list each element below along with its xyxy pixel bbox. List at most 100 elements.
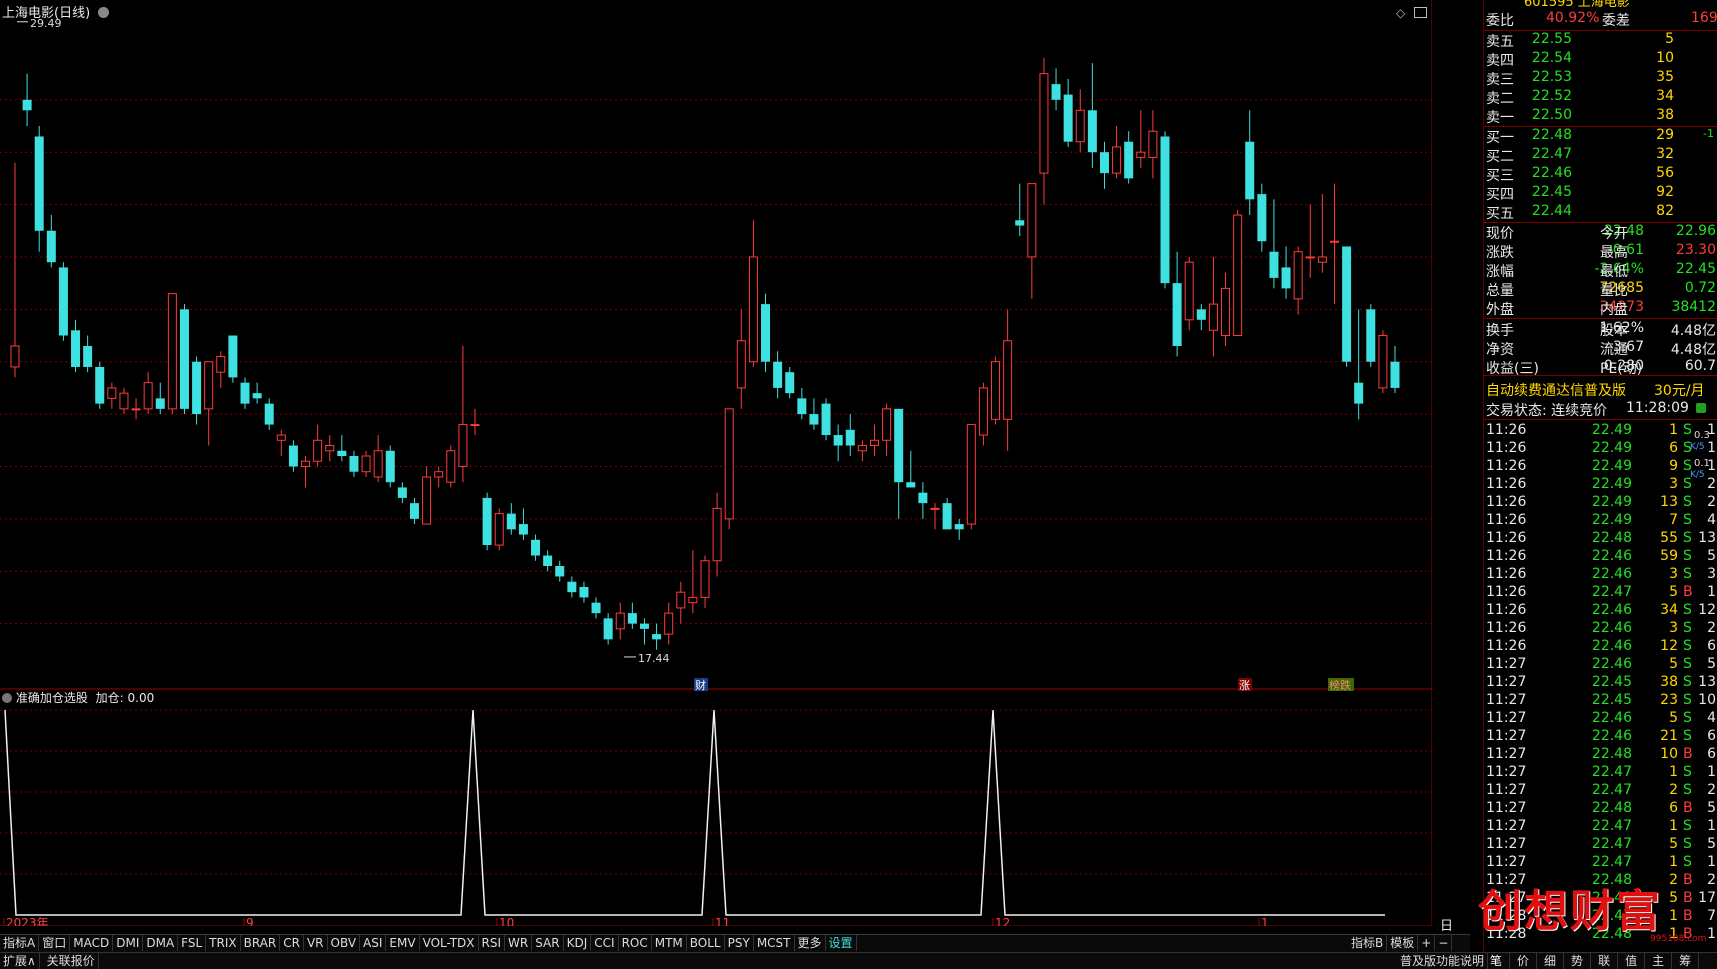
tick-row[interactable]: 11:27 22.47 2 S 2 [1484, 782, 1717, 800]
promo-row[interactable]: 自动续费通达信普及版 30元/月 [1484, 380, 1717, 400]
tick-row[interactable]: 11:26 22.46 3 S 3 [1484, 566, 1717, 584]
toolbar-tab-9[interactable]: VR [304, 935, 328, 951]
toolbar-tab-17[interactable]: KDJ [564, 935, 592, 951]
toolbar-tab-25[interactable]: 设置 [826, 935, 857, 951]
watermark-logo: 创想财富 [1478, 886, 1662, 937]
x-tick-label: 2023年 [6, 916, 49, 926]
panel-tab-3[interactable]: 势 [1564, 953, 1592, 969]
tick-row[interactable]: 11:27 22.47 5 S 5 [1484, 836, 1717, 854]
quote-row: 外盘 34273 内盘 38412 [1484, 299, 1717, 318]
ask-volume: 10 [1656, 50, 1674, 66]
tick-row[interactable]: 11:26 22.46 3 S 2 [1484, 620, 1717, 638]
tick-volume: 3 [1669, 566, 1678, 582]
toolbar-tab-4[interactable]: DMA [143, 935, 179, 951]
toolbar-tab-0[interactable]: 指标A [0, 935, 40, 951]
toolbar-tab-18[interactable]: CCI [591, 935, 619, 951]
tick-row[interactable]: 11:27 22.46 21 S 6 [1484, 728, 1717, 746]
toolbar-tab-11[interactable]: ASI [360, 935, 387, 951]
toolbar-tab-19[interactable]: ROC [619, 935, 652, 951]
candle-body [603, 618, 613, 640]
toolbar-tab-21[interactable]: BOLL [687, 935, 725, 951]
toolbar-tab-14[interactable]: RSI [479, 935, 506, 951]
toolbar-tab-7[interactable]: BRAR [241, 935, 281, 951]
toolbar-right-3[interactable]: − [1435, 935, 1453, 951]
tick-row[interactable]: 11:27 22.46 5 S 5 [1484, 656, 1717, 674]
panel-tab-5[interactable]: 值 [1618, 953, 1646, 969]
help-link[interactable]: 普及版功能说明 [1397, 953, 1489, 969]
toolbar-right-2[interactable]: + [1418, 935, 1436, 951]
tick-direction: S [1683, 548, 1692, 564]
panel-tab-4[interactable]: 联 [1591, 953, 1619, 969]
tick-row[interactable]: 11:27 22.48 10 B 6 [1484, 746, 1717, 764]
tick-row[interactable]: 11:26 22.49 13 S 2 [1484, 494, 1717, 512]
candle-body [288, 445, 298, 467]
tick-price: 22.47 [1591, 836, 1632, 852]
toolbar-right-0[interactable]: 指标B [1348, 935, 1388, 951]
tick-direction: S [1683, 476, 1692, 492]
window-toggle-icon[interactable] [1414, 7, 1427, 18]
toolbar-tab-10[interactable]: OBV [328, 935, 361, 951]
tick-price: 22.46 [1591, 566, 1632, 582]
tick-row[interactable]: 11:26 22.46 59 S 5 [1484, 548, 1717, 566]
toolbar-tab-6[interactable]: TRIX [206, 935, 241, 951]
tick-row[interactable]: 11:27 22.45 23 S 10 [1484, 692, 1717, 710]
toolbar-tab-13[interactable]: VOL-TDX [420, 935, 479, 951]
candle-body [785, 372, 795, 394]
kline-chart-svg[interactable]: 28.0027.0026.0025.0024.0023.0022.0021.00… [0, 0, 1432, 926]
promo-price[interactable]: 30元/月 [1654, 380, 1705, 400]
toolbar-tab-3[interactable]: DMI [113, 935, 144, 951]
panel-header: 601595 上海电影 [1484, 0, 1717, 10]
panel-tab-6[interactable]: 主 [1645, 953, 1673, 969]
candle-body [1136, 151, 1146, 158]
indicator-settings-icon[interactable] [2, 693, 12, 703]
tick-row[interactable]: 11:26 22.47 5 B 1 [1484, 584, 1717, 602]
tick-row[interactable]: 11:26 22.48 55 S 13 [1484, 530, 1717, 548]
kline-chart-area[interactable]: 28.0027.0026.0025.0024.0023.0022.0021.00… [0, 0, 1453, 953]
panel-tab-1[interactable]: 价 [1510, 953, 1538, 969]
toolbar-tab-8[interactable]: CR [280, 935, 304, 951]
tick-row[interactable]: 11:26 22.49 7 S 4 [1484, 512, 1717, 530]
tick-row[interactable]: 11:26 22.49 6 S 1 [1484, 440, 1717, 458]
ask-price: 22.50 [1531, 107, 1572, 123]
candle-body [773, 361, 783, 388]
tick-time: 11:26 [1486, 440, 1527, 456]
toolbar-tab-5[interactable]: FSL [178, 935, 207, 951]
tick-row[interactable]: 11:26 22.49 9 S 1 [1484, 458, 1717, 476]
tick-row[interactable]: 11:27 22.47 1 S 1 [1484, 764, 1717, 782]
bid-row: 买三 22.46 56 [1484, 165, 1717, 184]
linked-quote-button[interactable]: 关联报价 [44, 953, 99, 969]
tick-volume: 59 [1660, 548, 1678, 564]
ask-row: 卖二 22.52 34 [1484, 88, 1717, 107]
tick-row[interactable]: 11:26 22.46 34 S 12 [1484, 602, 1717, 620]
toolbar-tab-16[interactable]: SAR [532, 935, 564, 951]
toolbar-tab-1[interactable]: 窗口 [39, 935, 71, 951]
diamond-icon[interactable]: ◇ [1396, 6, 1405, 20]
tick-row[interactable]: 11:27 22.45 38 S 13 [1484, 674, 1717, 692]
toolbar-tab-15[interactable]: WR [505, 935, 533, 951]
toolbar-tab-12[interactable]: EMV [386, 935, 420, 951]
panel-tab-2[interactable]: 细 [1537, 953, 1565, 969]
tick-row[interactable]: 11:27 22.47 1 S 1 [1484, 818, 1717, 836]
tick-row[interactable]: 11:27 22.47 1 S 1 [1484, 854, 1717, 872]
tick-row[interactable]: 11:26 22.49 3 S 2 [1484, 476, 1717, 494]
tick-row[interactable]: 11:26 22.49 1 S 1 [1484, 422, 1717, 440]
toolbar-tab-20[interactable]: MTM [652, 935, 687, 951]
toolbar-tab-2[interactable]: MACD [70, 935, 114, 951]
tick-row[interactable]: 11:26 22.46 12 S 6 [1484, 638, 1717, 656]
quote-value: 23.30 [1675, 242, 1716, 258]
promo-text[interactable]: 自动续费通达信普及版 [1486, 380, 1626, 400]
toolbar-tab-24[interactable]: 更多 [795, 935, 826, 951]
tick-time: 11:27 [1486, 836, 1527, 852]
panel-tab-0[interactable]: 笔 [1483, 953, 1511, 969]
toolbar-tab-23[interactable]: MCST [754, 935, 795, 951]
candle-body [1281, 267, 1291, 289]
tick-row[interactable]: 11:27 22.46 5 S 4 [1484, 710, 1717, 728]
toolbar-right-1[interactable]: 模板 [1387, 935, 1419, 951]
candle-body [131, 408, 141, 411]
tick-direction: S [1683, 674, 1692, 690]
panel-tab-7[interactable]: 筹 [1672, 953, 1700, 969]
tick-row[interactable]: 11:27 22.48 6 B 5 [1484, 800, 1717, 818]
settings-circle-icon[interactable] [98, 7, 110, 18]
expand-button[interactable]: 扩展∧ [0, 953, 40, 969]
toolbar-tab-22[interactable]: PSY [725, 935, 754, 951]
